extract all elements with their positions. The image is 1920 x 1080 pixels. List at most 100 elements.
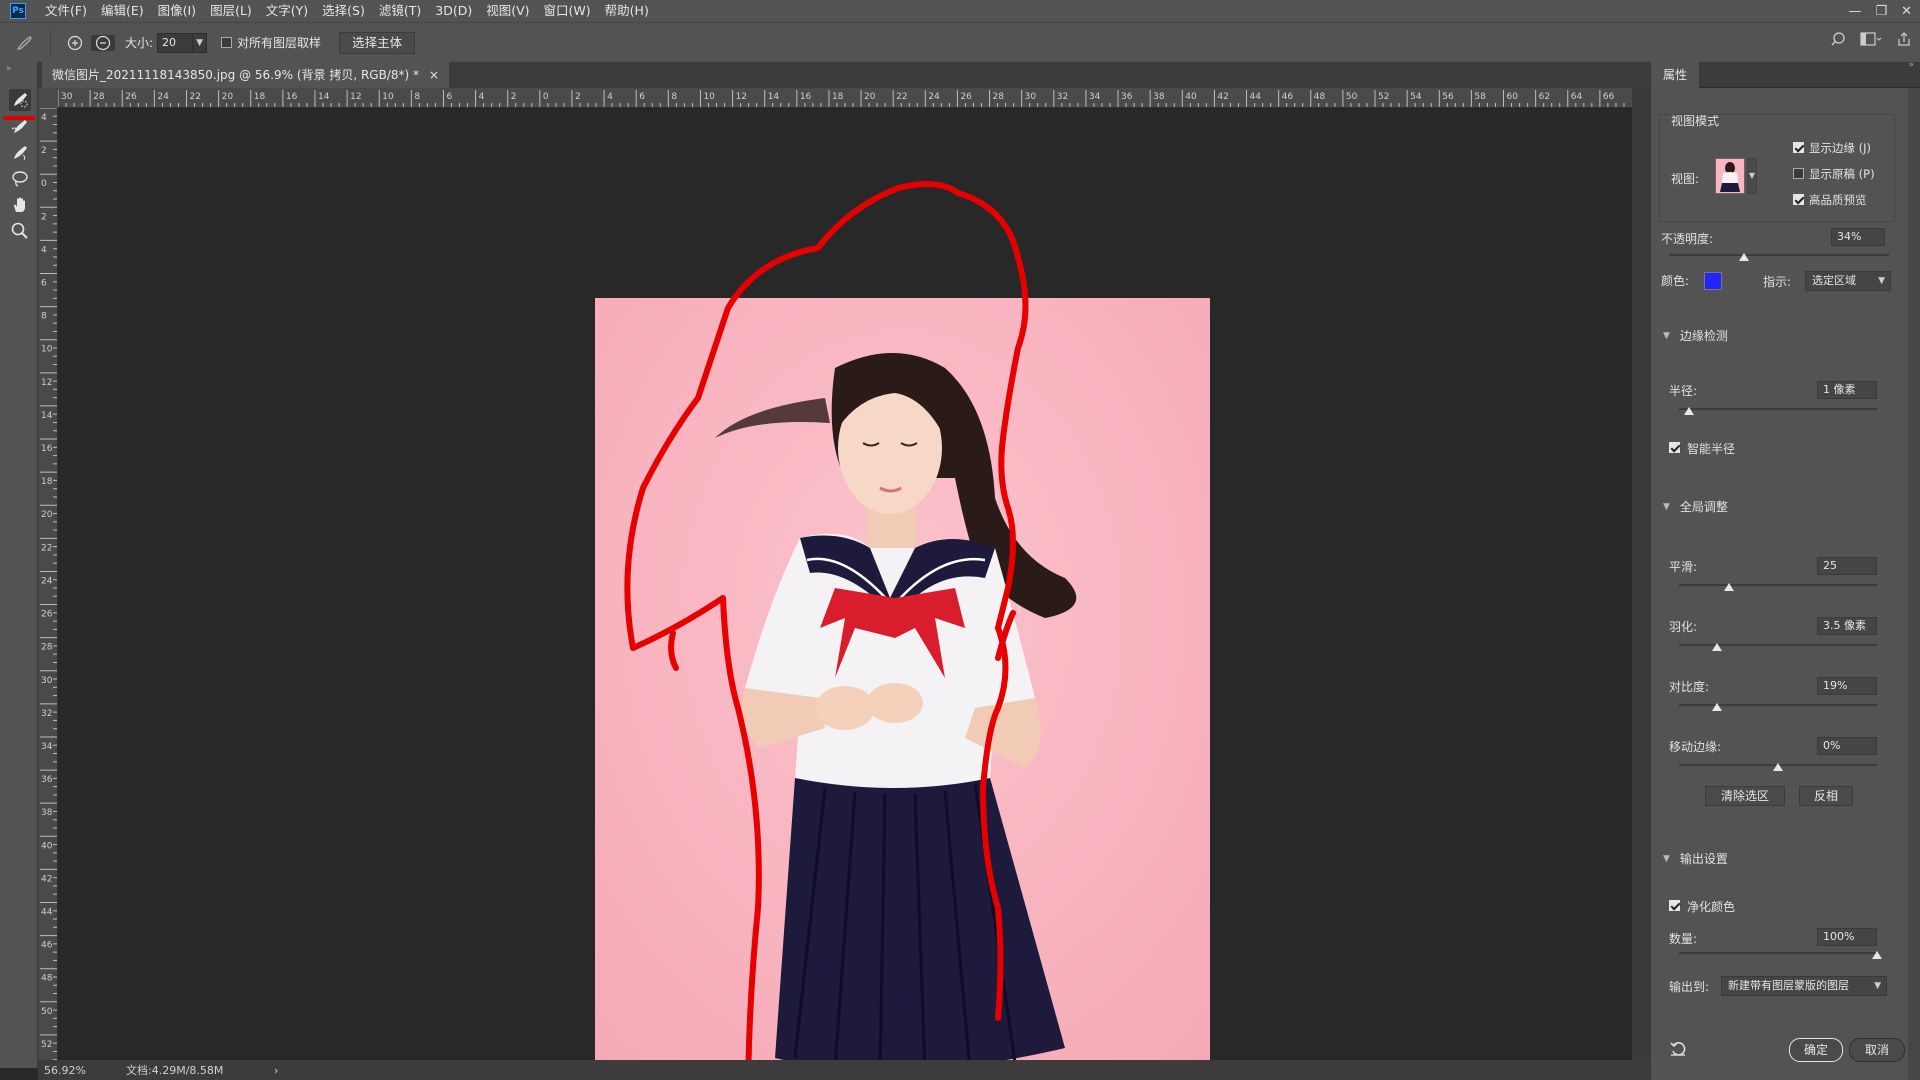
radius-input[interactable]: 1 像素 xyxy=(1817,381,1877,399)
ruler-label: 4 xyxy=(41,113,47,123)
collapse-toolbar-icon[interactable]: » xyxy=(6,64,12,74)
menu-item[interactable]: 图层(L) xyxy=(203,0,259,22)
radius-slider-thumb[interactable] xyxy=(1683,407,1694,415)
subtract-from-selection-button[interactable] xyxy=(91,34,115,51)
close-icon[interactable]: ✕ xyxy=(1901,4,1912,19)
share-icon[interactable] xyxy=(1896,31,1912,47)
status-menu-arrow-icon[interactable]: › xyxy=(274,1064,278,1077)
shift-edge-slider-thumb[interactable] xyxy=(1773,763,1783,771)
panel-scrollbar[interactable] xyxy=(1908,88,1920,1080)
tool-preset-picker[interactable] xyxy=(0,34,50,52)
opacity-slider-thumb[interactable] xyxy=(1738,253,1749,261)
menubar: Ps 文件(F) 编辑(E) 图像(I) 图层(L) 文字(Y) 选择(S) 滤镜(T) 3D… xyxy=(0,0,1920,22)
ok-button[interactable]: 确定 xyxy=(1789,1038,1843,1062)
show-original-checkbox[interactable] xyxy=(1793,168,1804,179)
cancel-button[interactable]: 取消 xyxy=(1849,1038,1905,1062)
size-dropdown[interactable]: ▼ xyxy=(193,32,208,53)
clear-selection-button[interactable]: 清除选区 xyxy=(1705,786,1785,806)
amount-slider-thumb[interactable] xyxy=(1872,951,1882,959)
contrast-slider[interactable] xyxy=(1679,704,1877,706)
sample-all-layers-label: 对所有图层取样 xyxy=(237,36,322,50)
menu-item[interactable]: 选择(S) xyxy=(315,0,372,22)
menu-item[interactable]: 文件(F) xyxy=(38,0,94,22)
menu-item[interactable]: 帮助(H) xyxy=(598,0,656,22)
menu-item[interactable]: 滤镜(T) xyxy=(372,0,428,22)
ruler-label: 16 xyxy=(800,92,812,102)
menu-item[interactable]: 文字(Y) xyxy=(259,0,315,22)
quick-selection-tool[interactable] xyxy=(9,89,31,111)
size-label: 大小: xyxy=(125,36,154,50)
canvas-area[interactable] xyxy=(58,108,1632,1080)
amount-input[interactable]: 100% xyxy=(1817,928,1877,946)
menu-item[interactable]: 窗口(W) xyxy=(537,0,598,22)
tab-properties[interactable]: 属性 xyxy=(1651,62,1700,88)
smooth-slider[interactable] xyxy=(1679,584,1877,586)
ruler-label: 28 xyxy=(993,92,1005,102)
ruler-label: 16 xyxy=(286,92,298,102)
ruler-label: 20 xyxy=(41,510,53,520)
select-subject-button[interactable]: 选择主体 xyxy=(339,31,416,54)
overlay-color-swatch[interactable] xyxy=(1704,272,1722,290)
opacity-slider[interactable] xyxy=(1669,254,1889,256)
search-icon[interactable] xyxy=(1830,31,1846,47)
ruler-label: 34 xyxy=(1089,92,1101,102)
output-settings-header[interactable]: ▼ 输出设置 xyxy=(1663,850,1728,867)
canvas-vertical-scrollbar[interactable] xyxy=(1632,88,1650,1068)
smooth-slider-thumb[interactable] xyxy=(1723,583,1734,591)
menu-item[interactable]: 编辑(E) xyxy=(94,0,151,22)
feather-input[interactable]: 3.5 像素 xyxy=(1817,617,1877,635)
restore-icon[interactable]: ❐ xyxy=(1875,4,1887,19)
document-image[interactable] xyxy=(595,298,1210,1080)
size-input[interactable]: 20 xyxy=(157,32,194,53)
horizontal-ruler-ticks: 30 28 26 24 22 20 18 16 14 12 10 8 6 4 2 0 2 4 6 8 10 12 14 16 1… xyxy=(58,90,1625,107)
hq-preview-checkbox[interactable] xyxy=(1793,194,1804,205)
add-to-selection-button[interactable] xyxy=(63,35,87,51)
opacity-input[interactable]: 34% xyxy=(1831,228,1885,246)
options-bar: 大小: 20 ▼ 对所有图层取样 选择主体 xyxy=(0,22,1920,62)
portrait-photo xyxy=(595,298,1210,1080)
minimize-icon[interactable]: — xyxy=(1848,4,1861,19)
hand-tool[interactable] xyxy=(9,194,31,216)
ruler-label: 4 xyxy=(479,92,485,102)
ruler-label: 0 xyxy=(41,179,47,189)
decontaminate-checkbox[interactable] xyxy=(1669,900,1680,911)
workspace-icon[interactable] xyxy=(1860,31,1882,47)
sample-all-layers-checkbox[interactable] xyxy=(221,37,233,48)
close-tab-icon[interactable]: × xyxy=(429,62,439,88)
smart-radius-checkbox[interactable] xyxy=(1669,442,1680,453)
contrast-label: 对比度: xyxy=(1669,680,1710,694)
indicate-dropdown[interactable]: 选定区域 ▼ xyxy=(1805,271,1891,291)
amount-slider[interactable] xyxy=(1679,952,1877,954)
global-refinements-header[interactable]: ▼ 全局调整 xyxy=(1663,498,1728,515)
show-edge-label: 显示边缘 (J) xyxy=(1809,141,1872,155)
feather-slider-thumb[interactable] xyxy=(1711,643,1722,651)
zoom-level[interactable]: 56.92% xyxy=(44,1064,96,1077)
reset-icon[interactable] xyxy=(1669,1040,1687,1058)
show-edge-checkbox[interactable] xyxy=(1793,142,1804,153)
document-tab[interactable]: 微信图片_20211118143850.jpg @ 56.9% (背景 拷贝, … xyxy=(42,62,450,88)
ruler-label: 50 xyxy=(41,1007,53,1017)
contrast-input[interactable]: 19% xyxy=(1817,677,1877,695)
ruler-label: 20 xyxy=(222,92,234,102)
refine-edge-brush-tool[interactable] xyxy=(9,116,31,138)
collapse-panel-icon[interactable]: » xyxy=(1908,60,1914,70)
ruler-label: 6 xyxy=(639,92,645,102)
shift-edge-input[interactable]: 0% xyxy=(1817,737,1877,755)
view-mode-dropdown[interactable]: ▼ xyxy=(1747,158,1757,194)
lasso-tool[interactable] xyxy=(9,168,31,190)
feather-slider[interactable] xyxy=(1679,644,1877,646)
menu-item[interactable]: 3D(D) xyxy=(428,0,479,22)
output-to-dropdown[interactable]: 新建带有图层蒙版的图层 ▼ xyxy=(1721,976,1887,996)
brush-tool[interactable] xyxy=(9,142,31,164)
menu-item[interactable]: 视图(V) xyxy=(479,0,536,22)
invert-button[interactable]: 反相 xyxy=(1799,786,1853,806)
edge-detection-header[interactable]: ▼ 边缘检测 xyxy=(1663,327,1728,344)
menu-item[interactable]: 图像(I) xyxy=(151,0,203,22)
smooth-label: 平滑: xyxy=(1669,560,1698,574)
zoom-tool[interactable] xyxy=(9,220,31,242)
view-thumbnail[interactable] xyxy=(1715,158,1745,194)
contrast-slider-thumb[interactable] xyxy=(1711,703,1722,711)
smooth-input[interactable]: 25 xyxy=(1817,557,1877,575)
radius-slider[interactable] xyxy=(1679,408,1877,410)
ruler-label: 28 xyxy=(93,92,105,102)
